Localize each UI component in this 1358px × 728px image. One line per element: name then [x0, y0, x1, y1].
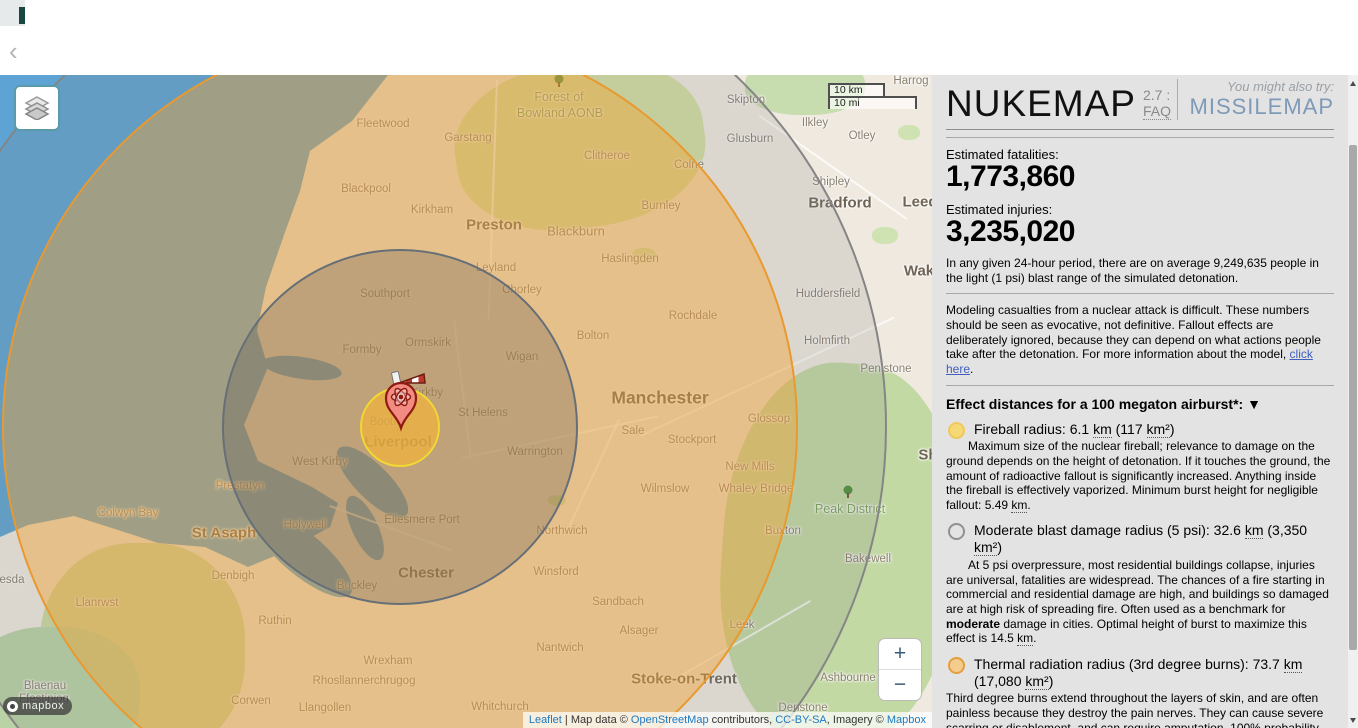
attr-text: contributors, — [708, 714, 776, 726]
sep: : — [1162, 87, 1171, 103]
effect-item-moderate-blast: Moderate blast damage radius (5 psi): 32… — [946, 522, 1334, 647]
zoom-in-button[interactable]: + — [879, 639, 921, 670]
effect-legend-icon — [948, 656, 965, 674]
map-label: Leed — [902, 193, 932, 211]
app-title: NUKEMAP — [946, 82, 1136, 124]
effect-title: Thermal radiation radius (3rd degree bur… — [974, 655, 1303, 690]
mapbox-logo[interactable]: mapbox — [3, 697, 73, 715]
osm-link[interactable]: OpenStreetMap — [631, 714, 709, 726]
divider — [946, 293, 1334, 295]
detonation-marker[interactable] — [372, 368, 430, 437]
attr-text: , Imagery © — [826, 714, 887, 726]
also-try-label: You might also try: — [1227, 79, 1334, 94]
effect-description: At 5 psi overpressure, most residential … — [946, 558, 1329, 647]
missilemap-link[interactable]: MISSILEMAP — [1190, 94, 1334, 120]
page-scrollbar[interactable] — [1348, 75, 1358, 728]
zoom-out-button[interactable]: − — [879, 670, 921, 700]
effect-legend-icon — [948, 523, 965, 541]
mapbox-logo-text: mapbox — [22, 700, 65, 712]
map-label: Ilkley — [801, 117, 829, 129]
layers-control-button[interactable] — [14, 85, 60, 131]
effects-heading-text: Effect distances for a 100 megaton airbu… — [946, 395, 1244, 412]
zoom-control: + − — [878, 638, 922, 701]
down-arrow-icon — [1350, 717, 1356, 723]
scale-km: 10 km — [828, 83, 885, 96]
modeling-text-end: . — [970, 361, 974, 376]
divider — [946, 384, 1334, 386]
also-try-block: You might also try: MISSILEMAP — [1176, 79, 1334, 120]
effect-legend-icon — [948, 421, 965, 439]
divider — [946, 137, 1334, 138]
effect-title: Fireball radius: 6.1 km (117 km²) — [974, 420, 1175, 438]
logo-sliver — [19, 7, 25, 24]
map-label: Wak — [903, 262, 932, 280]
collapse-caret-icon[interactable]: ▼ — [1247, 396, 1261, 412]
layers-icon — [24, 96, 50, 120]
effect-title: Moderate blast damage radius (5 psi): 32… — [974, 522, 1308, 557]
mapbox-link[interactable]: Mapbox — [887, 714, 926, 726]
results-panel: NUKEMAP 2.7 : FAQ You might also try: MI… — [932, 75, 1348, 728]
up-arrow-icon — [1350, 80, 1356, 86]
green-patch — [898, 125, 920, 140]
ccbysa-link[interactable]: CC-BY-SA — [775, 714, 827, 726]
injuries-value: 3,235,020 — [946, 214, 1075, 248]
top-bar: ‹ — [0, 0, 1358, 75]
version-faq: 2.7 : FAQ — [1142, 87, 1177, 120]
effects-heading[interactable]: Effect distances for a 100 megaton airbu… — [946, 396, 1334, 412]
scrollbar-thumb[interactable] — [1349, 145, 1357, 650]
modeling-note: Modeling casualties from a nuclear attac… — [946, 303, 1334, 376]
effects-list: Fireball radius: 6.1 km (117 km²) Maximu… — [946, 420, 1334, 728]
scrollbar-up-button[interactable] — [1348, 76, 1358, 90]
mapbox-logo-icon — [7, 700, 18, 712]
map-canvas[interactable]: Fleetwood Garstang Blackpool Kirkham Preston… — [0, 75, 932, 728]
daily-note: In any given 24-hour period, there are o… — [946, 256, 1319, 285]
effect-item-fireball: Fireball radius: 6.1 km (117 km²) Maximu… — [946, 420, 1334, 513]
map-label: Sh — [918, 446, 932, 464]
leaflet-link[interactable]: Leaflet — [529, 714, 562, 726]
version-number: 2.7 — [1142, 87, 1163, 103]
fatalities-value: 1,773,860 — [946, 160, 1075, 193]
scale-mi: 10 mi — [828, 96, 917, 109]
scrollbar-down-button[interactable] — [1348, 713, 1358, 727]
scale-control: 10 km 10 mi — [828, 83, 917, 109]
effect-description: Third degree burns extend throughout the… — [946, 691, 1324, 728]
panel-header: NUKEMAP 2.7 : FAQ You might also try: MI… — [946, 79, 1334, 130]
attr-text: | Map data © — [561, 714, 631, 726]
back-chevron-icon[interactable]: ‹ — [9, 38, 18, 64]
faq-link[interactable]: FAQ — [1142, 103, 1171, 120]
map-label: Otley — [848, 130, 876, 142]
modeling-text: Modeling casualties from a nuclear attac… — [946, 303, 1321, 362]
effect-item-thermal-radiation: Thermal radiation radius (3rd degree bur… — [946, 655, 1334, 728]
green-patch — [872, 227, 898, 244]
nukemap-app: ‹ Fleetwood Garstang Blackpool Kirkham P… — [0, 0, 1358, 728]
pin — [384, 381, 418, 432]
map-attribution: Leaflet | Map data © OpenStreetMap contr… — [522, 712, 932, 728]
effect-description: Maximum size of the nuclear fireball; re… — [946, 439, 1331, 513]
map-label: Ashbourne — [820, 672, 876, 684]
